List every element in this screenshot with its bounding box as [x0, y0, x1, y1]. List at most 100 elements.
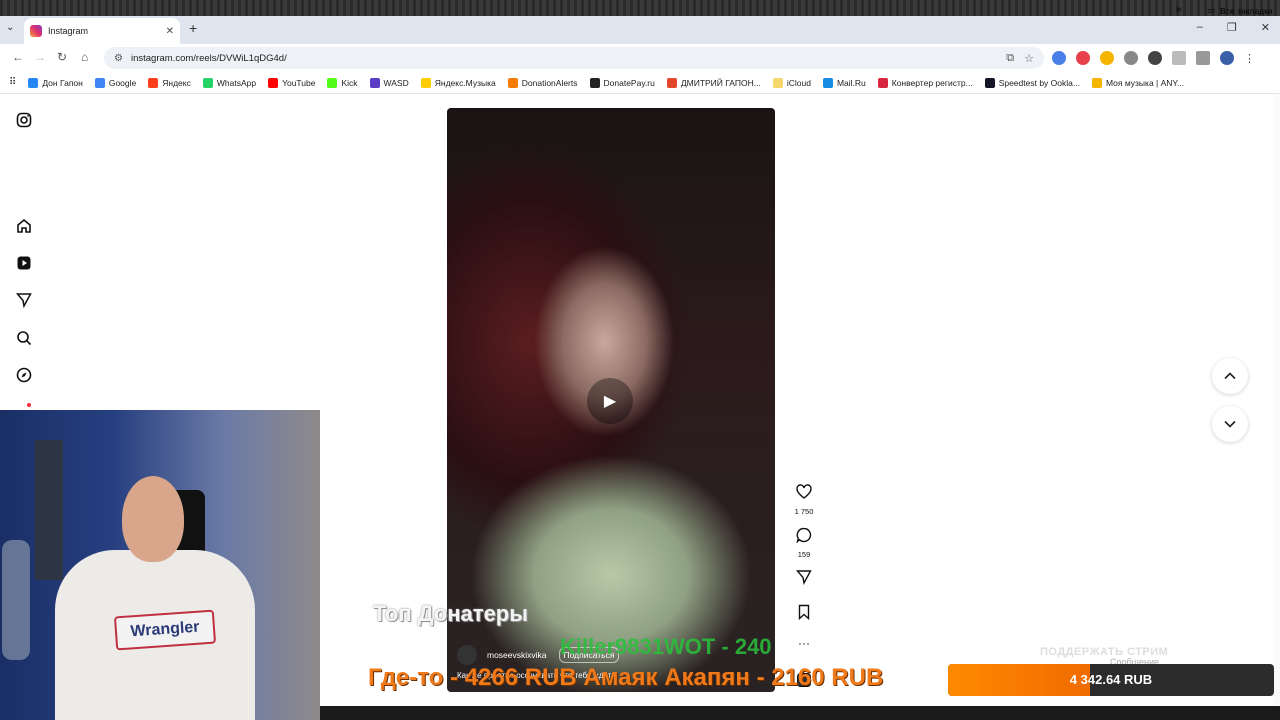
- author-avatar[interactable]: [457, 645, 477, 665]
- top-donators-title: Топ Донатеры: [373, 601, 529, 626]
- bookmark-item[interactable]: Google: [94, 77, 137, 88]
- extension-icon[interactable]: [1148, 51, 1162, 65]
- bookmark-item[interactable]: Speedtest by Ookla...: [984, 77, 1080, 88]
- like-action: 1 750: [793, 484, 815, 516]
- explore-compass-icon[interactable]: [15, 366, 33, 384]
- bookmark-favicon-icon: [94, 77, 105, 88]
- comment-action: 159: [793, 527, 815, 559]
- bookmark-item[interactable]: Моя музыка | ANY...: [1091, 77, 1185, 88]
- bookmark-item[interactable]: Яндекс.Музыка: [420, 77, 496, 88]
- bookmark-label: Дон Гапон: [42, 77, 83, 88]
- bookmark-item[interactable]: Kick: [327, 77, 358, 88]
- bookmark-item[interactable]: iCloud: [772, 77, 811, 88]
- site-info-icon[interactable]: ⚙: [114, 53, 123, 64]
- bookmark-item[interactable]: Mail.Ru: [822, 77, 866, 88]
- bookmark-favicon-icon: [877, 77, 888, 88]
- instagram-logo-icon[interactable]: [15, 111, 33, 129]
- install-app-icon[interactable]: ⧉: [1006, 52, 1014, 65]
- share-send-icon[interactable]: [793, 569, 815, 590]
- background-guitar: [2, 540, 30, 660]
- extensions-area: ⋮: [1052, 51, 1255, 65]
- extension-icon[interactable]: [1124, 51, 1138, 65]
- bookmark-favicon-icon: [1091, 77, 1102, 88]
- play-icon[interactable]: ▶: [587, 378, 633, 424]
- bookmark-item[interactable]: Яндекс: [148, 77, 191, 88]
- bookmark-item[interactable]: YouTube: [268, 77, 316, 88]
- page-scrollbar[interactable]: [1274, 94, 1280, 706]
- address-bar[interactable]: ⚙ instagram.com/reels/DVWiL1qDG4d/ ⧉ ☆: [104, 47, 1044, 69]
- adblock-extension-icon[interactable]: [1076, 51, 1090, 65]
- notifications-heart-icon[interactable]: [15, 402, 33, 410]
- top-donators-list: Где-то - 4266 RUB Амаяк Акапян - 2160 RU…: [368, 664, 884, 691]
- reload-icon[interactable]: ↻: [57, 50, 67, 64]
- comments-count: 159: [797, 550, 811, 559]
- bookmark-favicon-icon: [666, 77, 677, 88]
- bookmark-label: Конвертер регистр...: [891, 77, 973, 88]
- forward-icon[interactable]: →: [34, 50, 46, 64]
- profile-avatar[interactable]: [1220, 51, 1234, 65]
- tab-title: Instagram: [48, 26, 89, 36]
- tab-bar: ⌄ Instagram ✕ + – ❐ ✕: [0, 16, 1280, 44]
- minimize-icon[interactable]: –: [1197, 21, 1203, 34]
- bookmark-label: DonatePay.ru: [603, 77, 655, 88]
- comment-icon[interactable]: [796, 527, 812, 547]
- apps-grid-icon[interactable]: ⠿: [9, 77, 16, 88]
- save-bookmark-icon[interactable]: [793, 604, 815, 625]
- bookmark-label: Google: [108, 77, 137, 88]
- back-icon[interactable]: ←: [12, 50, 24, 64]
- bookmark-item[interactable]: WASD: [369, 77, 409, 88]
- streamer-head: [122, 476, 184, 562]
- search-icon[interactable]: [15, 329, 33, 347]
- extensions-puzzle-icon[interactable]: [1172, 51, 1186, 65]
- bookmarks-overflow-icon[interactable]: »: [1176, 4, 1182, 15]
- tab-instagram[interactable]: Instagram ✕: [24, 18, 180, 44]
- bookmark-favicon-icon: [984, 77, 995, 88]
- bookmark-label: YouTube: [282, 77, 316, 88]
- bookmark-item[interactable]: Дон Гапон: [28, 77, 83, 88]
- author-username[interactable]: moseevskixvika: [487, 650, 547, 660]
- reels-icon[interactable]: [15, 254, 33, 272]
- bookmark-favicon-icon: [420, 77, 431, 88]
- bookmark-item[interactable]: DonatePay.ru: [589, 77, 655, 88]
- home-icon[interactable]: [15, 217, 33, 235]
- bookmark-star-icon[interactable]: ☆: [1024, 52, 1034, 65]
- messages-send-icon[interactable]: [15, 291, 33, 309]
- bookmark-label: Яндекс.Музыка: [434, 77, 496, 88]
- menu-kebab-icon[interactable]: ⋮: [1244, 52, 1255, 65]
- all-bookmarks-label: Все закладки: [1220, 5, 1273, 16]
- all-bookmarks-button[interactable]: ▭ Все закладки: [1207, 5, 1273, 16]
- url-text: instagram.com/reels/DVWiL1qDG4d/: [130, 52, 287, 64]
- close-tab-icon[interactable]: ✕: [166, 26, 174, 37]
- translate-extension-icon[interactable]: [1052, 51, 1066, 65]
- bookmark-label: ДМИТРИЙ ГАПОН...: [680, 77, 761, 88]
- goal-min: 0: [948, 698, 954, 709]
- folder-icon: ▭: [1207, 5, 1216, 15]
- like-heart-icon[interactable]: [796, 484, 812, 504]
- extension-icon[interactable]: [1100, 51, 1114, 65]
- previous-reel-button[interactable]: [1212, 358, 1248, 394]
- bookmark-item[interactable]: DonationAlerts: [507, 77, 578, 88]
- next-reel-button[interactable]: [1212, 406, 1248, 442]
- close-window-icon[interactable]: ✕: [1261, 21, 1270, 34]
- new-tab-button[interactable]: +: [189, 20, 197, 36]
- tab-search-icon[interactable]: ⌄: [6, 22, 14, 33]
- more-options-icon[interactable]: ···: [793, 636, 815, 650]
- bookmark-favicon-icon: [369, 77, 380, 88]
- bookmark-favicon-icon: [327, 77, 338, 88]
- likes-count: 1 750: [794, 507, 814, 516]
- recent-donation: Killer9831WOT - 240: [560, 634, 772, 659]
- background-door: [35, 440, 63, 580]
- bookmark-label: iCloud: [786, 77, 811, 88]
- bookmark-favicon-icon: [268, 77, 279, 88]
- bookmark-label: DonationAlerts: [521, 77, 578, 88]
- maximize-icon[interactable]: ❐: [1227, 21, 1237, 34]
- bookmark-label: Моя музыка | ANY...: [1105, 77, 1185, 88]
- goal-max: 10 000: [1238, 698, 1269, 709]
- window-controls: – ❐ ✕: [1197, 21, 1270, 34]
- media-controls-icon[interactable]: [1196, 51, 1210, 65]
- bookmark-item[interactable]: ДМИТРИЙ ГАПОН...: [666, 77, 761, 88]
- home-icon[interactable]: ⌂: [81, 50, 88, 64]
- bookmark-item[interactable]: WhatsApp: [202, 77, 256, 88]
- chevron-down-icon: [1224, 420, 1236, 428]
- bookmark-item[interactable]: Конвертер регистр...: [877, 77, 973, 88]
